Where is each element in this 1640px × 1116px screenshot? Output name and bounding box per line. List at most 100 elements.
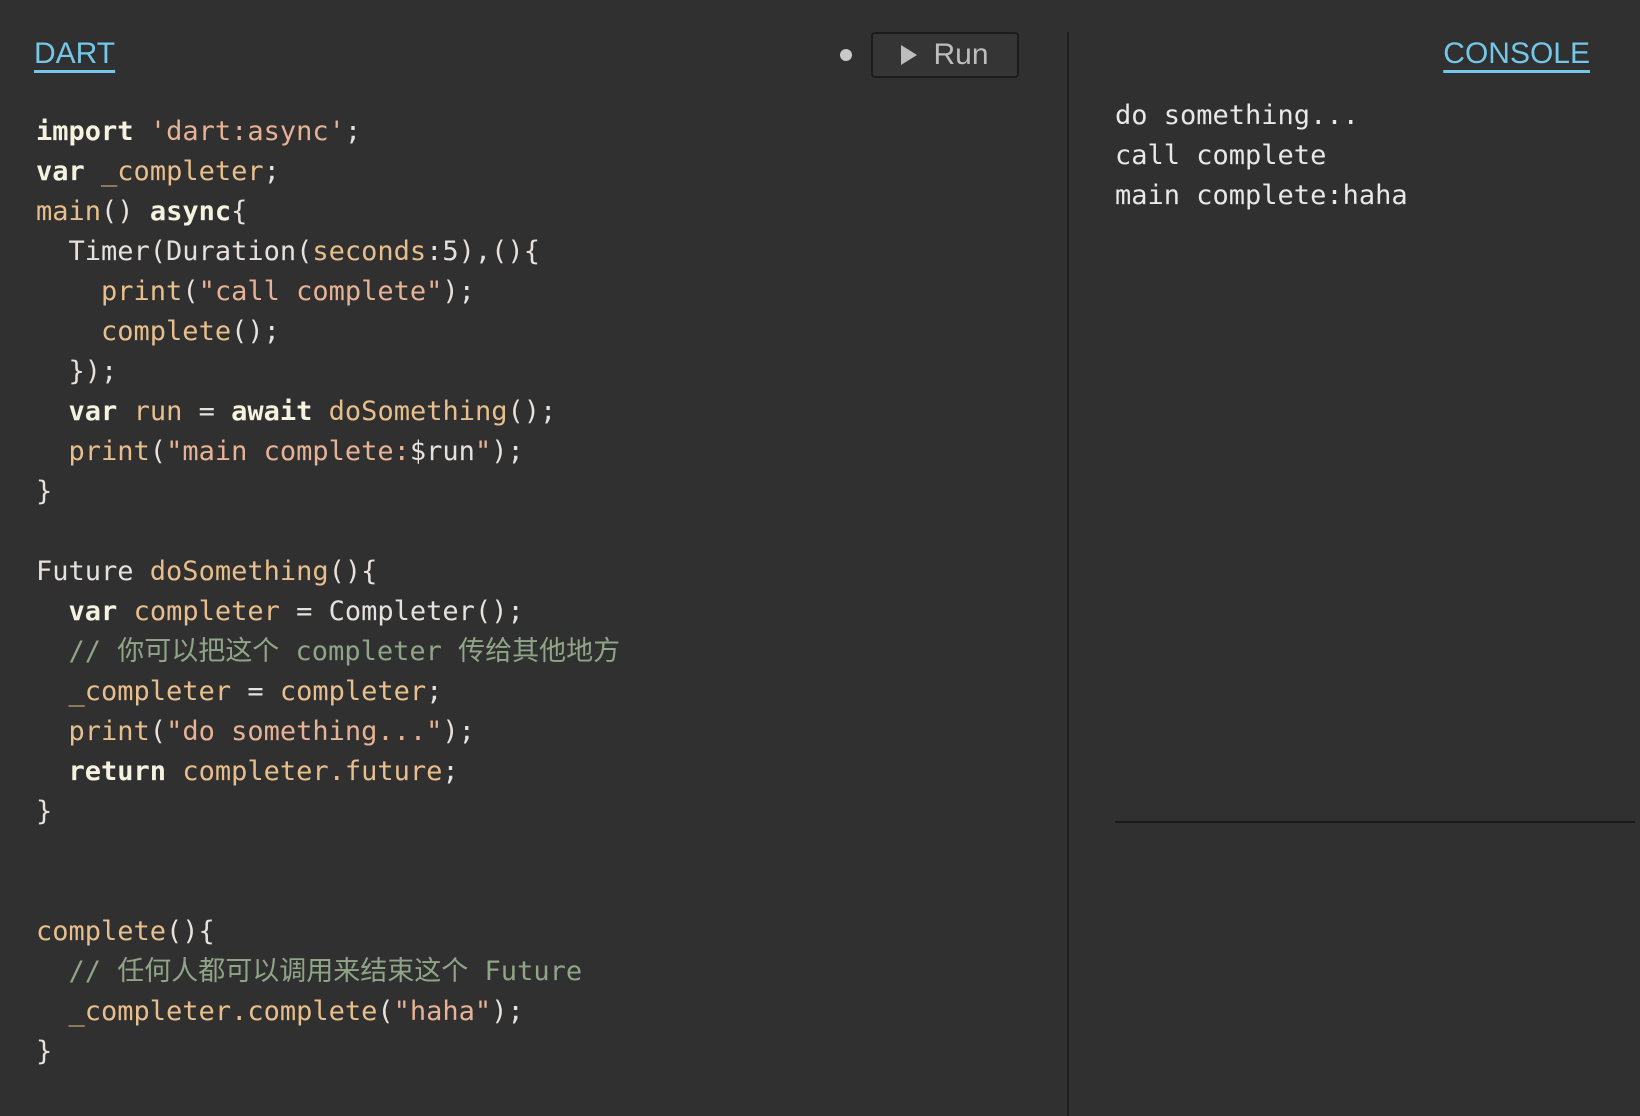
console-line: main complete:haha: [1115, 180, 1408, 211]
code-line: complete(){: [36, 912, 620, 952]
code-line: Timer(Duration(seconds:5),(){: [36, 232, 620, 272]
code-line: });: [36, 352, 620, 392]
code-token: ;: [344, 116, 362, 147]
code-line: complete();: [36, 312, 620, 352]
code-token: ;: [442, 756, 459, 787]
code-token: (): [101, 196, 150, 227]
code-token: ": [474, 436, 492, 467]
code-token: );: [491, 436, 524, 467]
code-line: var run = await doSomething();: [36, 392, 620, 432]
code-line: return completer.future;: [36, 752, 620, 792]
code-token: {: [231, 196, 248, 227]
code-token: }: [36, 796, 53, 827]
code-token: }: [36, 476, 53, 507]
code-line: import 'dart:async';: [36, 112, 620, 152]
code-line: var _completer;: [36, 152, 620, 192]
code-token: 任何人都可以调用来结束这个: [117, 956, 469, 987]
code-token: );: [491, 996, 524, 1027]
code-line: _completer = completer;: [36, 672, 620, 712]
code-token: main: [36, 196, 102, 227]
code-token: completer: [279, 636, 459, 667]
code-token: async: [149, 196, 232, 227]
code-token: 'dart:async': [149, 116, 345, 147]
code-line: _completer.complete("haha");: [36, 992, 620, 1032]
code-token: var: [36, 156, 85, 187]
code-token: );: [442, 716, 475, 747]
code-token: );: [442, 276, 475, 307]
code-token: Timer(Duration(: [68, 236, 313, 267]
code-token: completer: [279, 676, 427, 707]
code-line: main() async{: [36, 192, 620, 232]
code-token: var: [68, 596, 118, 627]
run-button-label: Run: [933, 38, 989, 71]
tab-console[interactable]: CONSOLE: [1443, 34, 1590, 74]
code-token: complete: [36, 916, 167, 947]
code-token: return: [68, 756, 167, 787]
code-token: run: [133, 396, 183, 427]
code-token: //: [68, 636, 118, 667]
code-token: (){: [166, 916, 215, 947]
code-token: "haha": [393, 996, 492, 1027]
status-dot-icon: [840, 49, 852, 61]
code-token: _completer: [68, 676, 232, 707]
code-token: completer: [133, 596, 280, 627]
console-line: do something...: [1115, 100, 1359, 131]
code-token: 你可以把这个: [117, 636, 280, 667]
code-line: print("call complete");: [36, 272, 620, 312]
code-line: }: [36, 472, 620, 512]
code-token: ;: [426, 676, 443, 707]
code-token: "do something...": [166, 716, 443, 747]
code-token: ;: [263, 156, 280, 187]
code-line: }: [36, 1032, 620, 1072]
code-token: await: [231, 396, 313, 427]
code-line: Future doSomething(){: [36, 552, 620, 592]
code-line: }: [36, 792, 620, 832]
code-token: "main complete:: [166, 436, 410, 467]
code-token: (: [149, 436, 167, 467]
code-token: completer.future: [182, 756, 443, 787]
code-line: // 任何人都可以调用来结束这个 Future: [36, 952, 620, 992]
code-token: (){: [328, 556, 378, 587]
code-token: }: [36, 1036, 53, 1067]
console-divider: [1115, 821, 1635, 823]
code-token: Future: [468, 956, 583, 987]
code-token: $run: [409, 436, 475, 467]
code-token: print: [68, 436, 150, 467]
code-token: _completer: [101, 156, 264, 187]
code-token: doSomething: [328, 396, 508, 427]
tab-dart[interactable]: DART: [34, 34, 115, 74]
code-token: =: [182, 396, 232, 427]
code-token: 传给其他地方: [458, 636, 621, 667]
code-line: // 你可以把这个 completer 传给其他地方: [36, 632, 621, 672]
code-line: var completer = Completer();: [36, 592, 620, 632]
code-token: (: [377, 996, 394, 1027]
code-token: Future: [36, 556, 150, 587]
code-line: print("main complete:$run");: [36, 432, 620, 472]
code-editor[interactable]: import 'dart:async'; var _completer; main(…: [36, 112, 620, 1072]
code-token: _completer.complete: [68, 996, 378, 1027]
code-token: ();: [231, 316, 280, 347]
code-line: print("do something...");: [36, 712, 620, 752]
run-button[interactable]: Run: [871, 32, 1019, 78]
console-pane: CONSOLE do something... call complete main…: [1069, 0, 1640, 1116]
code-token: var: [68, 396, 118, 427]
code-token: seconds: [312, 236, 427, 267]
code-token: (: [182, 276, 199, 307]
